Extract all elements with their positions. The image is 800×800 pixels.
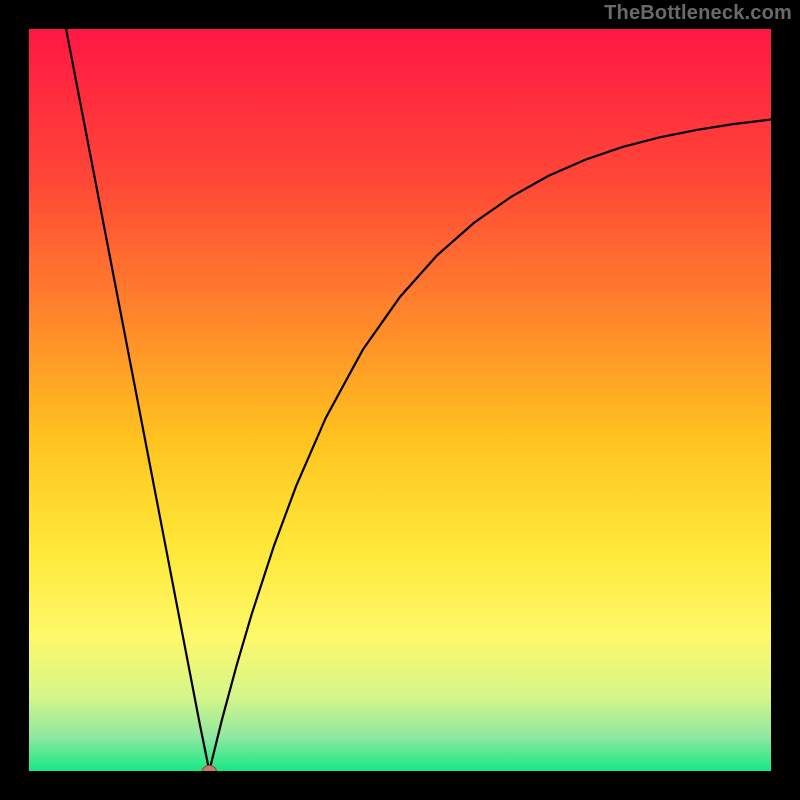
gradient-background	[29, 29, 771, 771]
chart-frame: TheBottleneck.com	[0, 0, 800, 800]
plot-area	[29, 29, 771, 771]
watermark-text: TheBottleneck.com	[604, 2, 792, 25]
chart-svg	[29, 29, 771, 771]
